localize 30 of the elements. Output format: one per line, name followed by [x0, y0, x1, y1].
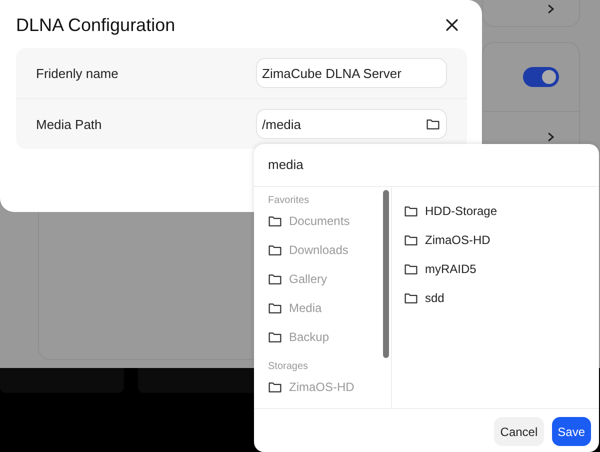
folder-icon	[404, 262, 418, 276]
path-field[interactable]: media	[254, 144, 599, 187]
close-icon[interactable]	[445, 18, 459, 32]
folder-icon	[404, 204, 418, 218]
field-label: Media Path	[36, 116, 102, 132]
save-button[interactable]: Save	[552, 417, 591, 446]
section-heading: Favorites	[268, 195, 310, 206]
folder-icon	[268, 300, 282, 314]
cancel-button[interactable]: Cancel	[494, 417, 544, 446]
input-field[interactable]: ZimaCube DLNA Server	[256, 58, 447, 88]
toggle-switch[interactable]	[523, 67, 559, 87]
scrollbar-thumb[interactable]	[382, 190, 388, 358]
folder-item[interactable]: sdd	[425, 290, 444, 304]
folder-item[interactable]: HDD-Storage	[425, 204, 498, 218]
field-label: Fridenly name	[36, 66, 118, 80]
section-heading: Storages	[268, 361, 310, 372]
folder-icon	[268, 214, 282, 228]
input-field[interactable]: /media	[256, 109, 447, 139]
folder-item[interactable]: myRAID5	[425, 262, 476, 276]
chevron-icon[interactable]	[547, 132, 555, 142]
folder-icon	[426, 117, 440, 131]
folder-icon	[268, 272, 282, 286]
folder-icon	[268, 242, 282, 256]
folder-icon	[404, 290, 418, 304]
chevron-icon[interactable]	[547, 4, 555, 14]
folder-item[interactable]: ZimaOS-HD	[425, 232, 490, 246]
dialog-title: DLNA Configuration	[16, 14, 176, 36]
folder-icon	[404, 232, 418, 246]
folder-icon	[268, 380, 282, 394]
folder-icon	[268, 330, 282, 344]
